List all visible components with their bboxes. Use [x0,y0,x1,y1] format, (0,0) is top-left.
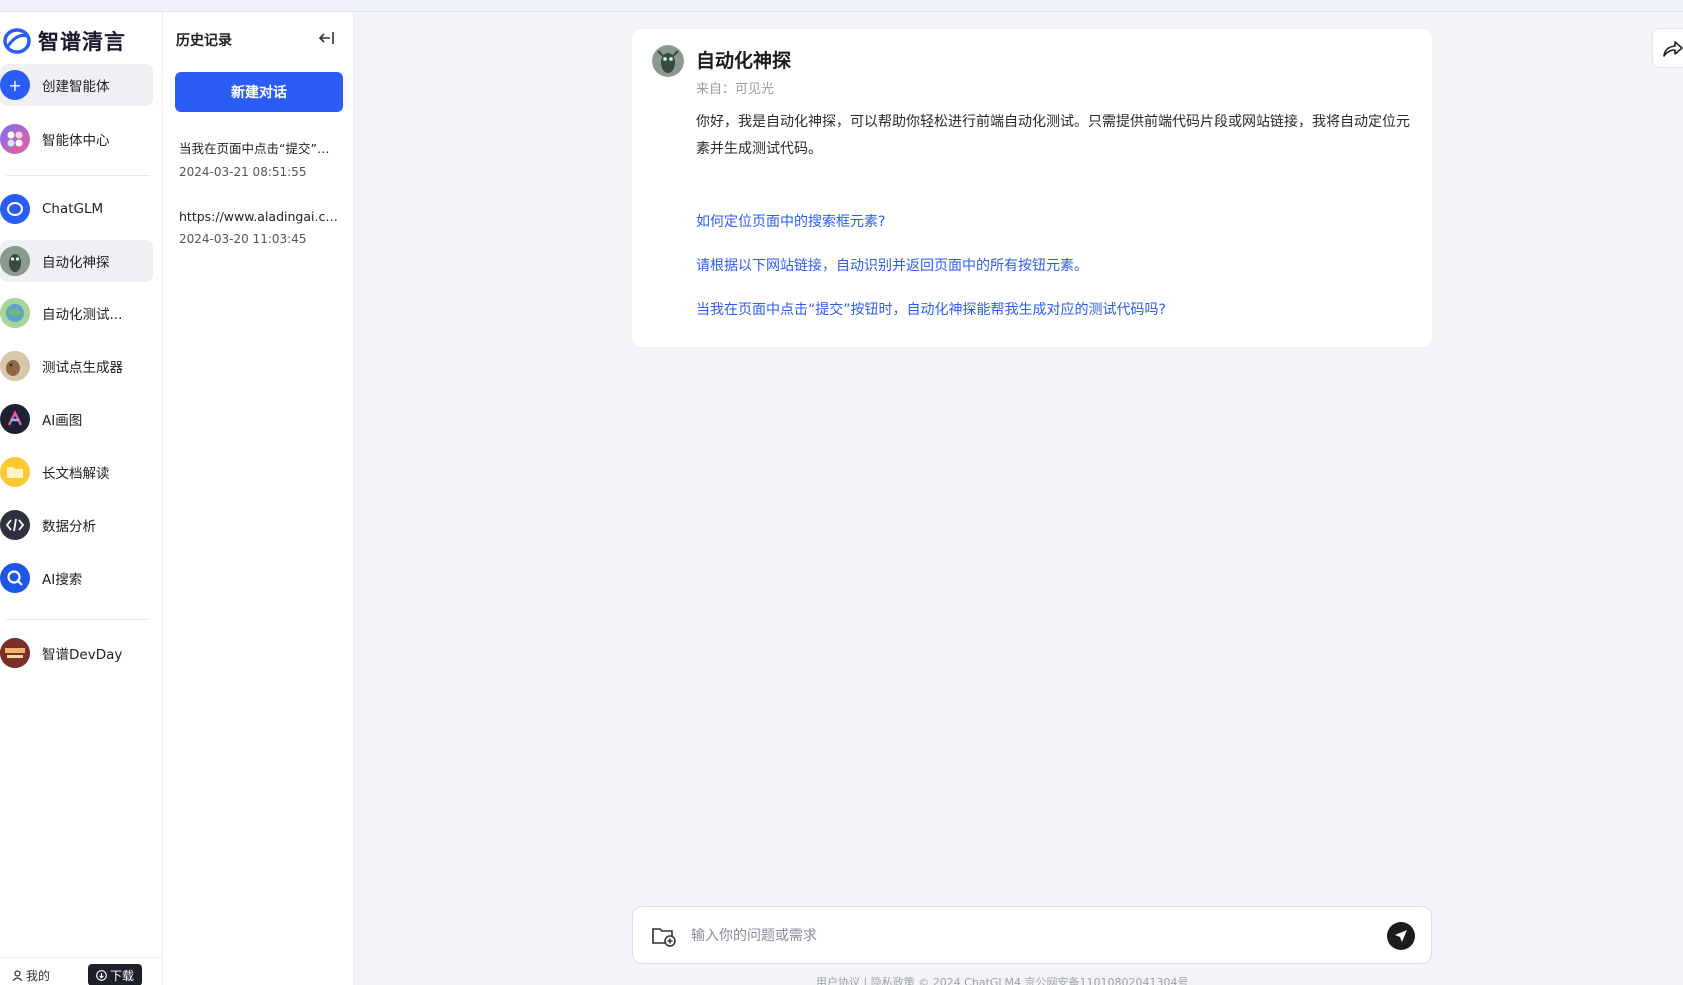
nav-item-long-doc[interactable]: 长文档解读 [0,451,153,493]
code-icon [0,510,30,540]
history-item-text: https://www.aladingai.com [179,209,341,224]
nav-item-label: AI搜索 [42,572,83,588]
brand-name: 智谱清言 [38,30,126,54]
nav-bottom-bar: 我的 下载 [0,957,162,985]
share-button[interactable] [1652,28,1683,68]
send-icon [1395,930,1407,942]
agent-name: 自动化神探 [696,50,792,72]
search-icon [0,563,30,593]
agent-center-icon [0,124,30,154]
collapse-panel-icon[interactable] [317,28,337,48]
nav-item-devday[interactable]: 智谱DevDay [0,632,153,674]
history-item-date: 2024-03-21 08:51:55 [179,165,307,179]
nav-agent-center-label: 智能体中心 [42,133,110,149]
nav-item-chatglm[interactable]: ChatGLM [0,188,153,230]
nav-item-label: 数据分析 [42,519,96,535]
nav-item-label: 测试点生成器 [42,360,123,376]
share-icon [1663,41,1683,57]
nav-create-agent[interactable]: + 创建智能体 [0,64,153,106]
download-label: 下载 [109,968,134,983]
nav-item-label: 自动化神探 [42,255,110,271]
history-panel: 历史记录 新建对话 当我在页面中点击“提交”按钮时，自动化神探能帮我生成对应的测… [163,12,354,985]
me-label: 我的 [26,969,51,983]
nav-divider [6,175,150,176]
footer-text: 用户协议 | 隐私政策 © 2024 ChatGLM4 京公网安备1101080… [816,976,1189,985]
user-icon [12,970,23,981]
nav-item-data-analysis[interactable]: 数据分析 [0,504,153,546]
agent-source: 来自：可见光 [696,82,775,97]
brand-logo[interactable]: 智谱清言 [2,26,126,56]
nav-item-ai-search[interactable]: AI搜索 [0,557,153,599]
nav-item-label: 自动化测试... [42,307,123,323]
plus-icon: + [0,70,30,100]
suggestion-link[interactable]: 请根据以下网站链接，自动识别并返回页面中的所有按钮元素。 [696,255,1088,275]
new-chat-button[interactable]: 新建对话 [175,72,343,112]
robot-avatar-icon [652,45,684,77]
nav-item-ai-draw[interactable]: AI画图 [0,398,153,440]
chatglm-icon [0,194,30,224]
history-item[interactable]: 当我在页面中点击“提交”按钮时，自动化神探能帮我生成对应的测试代码吗？ 2024… [179,138,341,179]
dog-avatar-icon [0,351,30,381]
history-item-text: 当我在页面中点击“提交”按钮时，自动化神探能帮我生成对应的测试代码吗？ [179,141,341,156]
robot-avatar-icon [0,246,30,276]
agent-intro-text: 你好，我是自动化神探，可以帮助你轻松进行前端自动化测试。只需提供前端代码片段或网… [696,114,1410,157]
window-top-strip [0,0,1683,12]
history-item-date: 2024-03-20 11:03:45 [179,232,307,246]
left-nav: 智谱清言 + 创建智能体 智能体中心 ChatGLM 自动化神探 自动化测试..… [0,12,163,985]
me-button[interactable]: 我的 [12,967,50,984]
upload-file-icon[interactable] [651,924,677,948]
nav-item-auto-detective[interactable]: 自动化神探 [0,240,153,282]
folder-icon [0,457,30,487]
agent-intro-card: 自动化神探 来自：可见光 你好，我是自动化神探，可以帮助你轻松进行前端自动化测试… [632,29,1432,347]
download-icon [96,969,107,981]
nav-create-agent-label: 创建智能体 [42,79,110,95]
nav-item-auto-test[interactable]: 自动化测试... [0,292,153,334]
devday-logo-icon [0,638,30,668]
download-button[interactable]: 下载 [88,964,142,985]
logo-icon [3,28,31,54]
nav-divider [6,619,150,620]
nav-item-label: ChatGLM [42,201,104,217]
history-item[interactable]: https://www.aladingai.com 2024-03-20 11:… [179,209,341,246]
send-button[interactable] [1387,922,1415,950]
suggestion-link[interactable]: 当我在页面中点击“提交”按钮时，自动化神探能帮我生成对应的测试代码吗? [696,299,1166,319]
globe-avatar-icon [0,298,30,328]
chat-input-box [632,906,1432,964]
history-title: 历史记录 [176,33,232,49]
nav-agent-center[interactable]: 智能体中心 [0,118,153,160]
prompt-input[interactable] [691,921,1351,951]
nav-item-testpoint[interactable]: 测试点生成器 [0,345,153,387]
suggestion-link[interactable]: 如何定位页面中的搜索框元素? [696,211,885,231]
ai-draw-icon [0,404,30,434]
agent-avatar [652,45,684,77]
nav-item-label: 智谱DevDay [42,647,123,663]
nav-item-label: AI画图 [42,413,83,429]
nav-item-label: 长文档解读 [42,466,110,482]
